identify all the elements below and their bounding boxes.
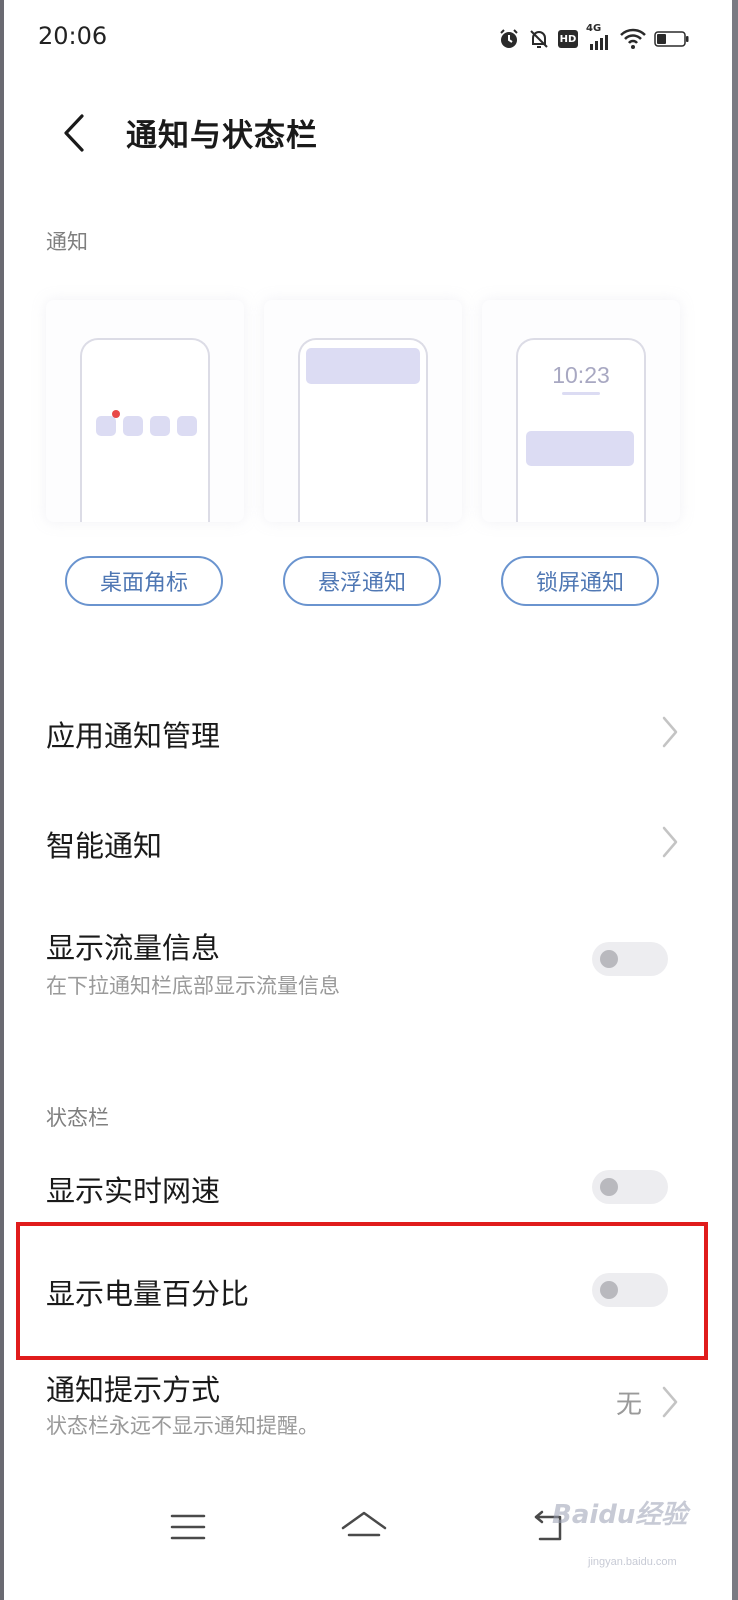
battery-icon	[654, 29, 690, 49]
preview-card-badge	[46, 300, 244, 522]
home-icon	[341, 1511, 387, 1537]
preview-card-lockscreen: 10:23	[482, 300, 680, 522]
bell-off-icon	[528, 28, 550, 50]
header: 通知与状态栏	[0, 90, 738, 176]
row-title-smart-notification: 智能通知	[46, 829, 163, 863]
row-value-notification-prompt: 无	[615, 1390, 642, 1420]
preview-card-floating	[264, 300, 462, 522]
badge-dot	[112, 410, 120, 418]
traffic-info-toggle[interactable]	[592, 942, 668, 976]
chevron-right-icon	[662, 826, 678, 858]
status-icons: HD 4G	[498, 23, 690, 54]
status-time: 20:06	[38, 22, 108, 50]
row-title-realtime-speed: 显示实时网速	[46, 1174, 221, 1208]
menu-button[interactable]	[160, 1502, 216, 1552]
row-title-traffic-info: 显示流量信息	[46, 931, 221, 965]
row-subtitle-traffic-info: 在下拉通知栏底部显示流量信息	[46, 974, 340, 998]
chevron-right-icon	[662, 1386, 678, 1418]
watermark-url: jingyan.baidu.com	[588, 1556, 677, 1568]
toggle-knob	[600, 950, 618, 968]
menu-icon	[170, 1514, 206, 1540]
section-label-notification: 通知	[46, 230, 88, 254]
row-title-app-notification: 应用通知管理	[46, 719, 221, 753]
row-subtitle-notification-prompt: 状态栏永远不显示通知提醒。	[46, 1414, 319, 1438]
row-title-notification-prompt: 通知提示方式	[46, 1373, 221, 1407]
lockscreen-time: 10:23	[552, 362, 610, 388]
badge-style-button[interactable]: 桌面角标	[65, 556, 223, 606]
alarm-icon	[498, 28, 520, 50]
section-label-status-bar: 状态栏	[46, 1106, 109, 1130]
watermark-text: Baidu经验	[552, 1500, 688, 1530]
lockscreen-preview: 10:23	[516, 338, 646, 522]
hd-icon: HD	[558, 30, 578, 48]
device-frame-right	[732, 0, 738, 1600]
home-button[interactable]	[336, 1502, 392, 1552]
chevron-left-icon	[64, 114, 84, 152]
page-title: 通知与状态栏	[126, 118, 318, 154]
badge-preview	[80, 338, 210, 522]
back-button[interactable]	[48, 108, 98, 158]
realtime-speed-toggle[interactable]	[592, 1170, 668, 1204]
app-icon-row	[96, 416, 197, 436]
toggle-knob	[600, 1178, 618, 1196]
highlight-box	[16, 1222, 708, 1360]
floating-banner	[306, 348, 420, 384]
wifi-icon	[620, 28, 646, 50]
lockscreen-notification-button[interactable]: 锁屏通知	[501, 556, 659, 606]
lockscreen-banner	[526, 431, 634, 466]
floating-notification-button[interactable]: 悬浮通知	[283, 556, 441, 606]
baidu-watermark: Baidu经验 jingyan.baidu.com	[552, 1486, 692, 1568]
status-bar: 20:06 HD 4G	[0, 0, 738, 80]
floating-preview	[298, 338, 428, 522]
signal-4g-icon: 4G	[586, 23, 612, 52]
chevron-right-icon	[662, 716, 678, 748]
lockscreen-date-line	[562, 392, 600, 395]
